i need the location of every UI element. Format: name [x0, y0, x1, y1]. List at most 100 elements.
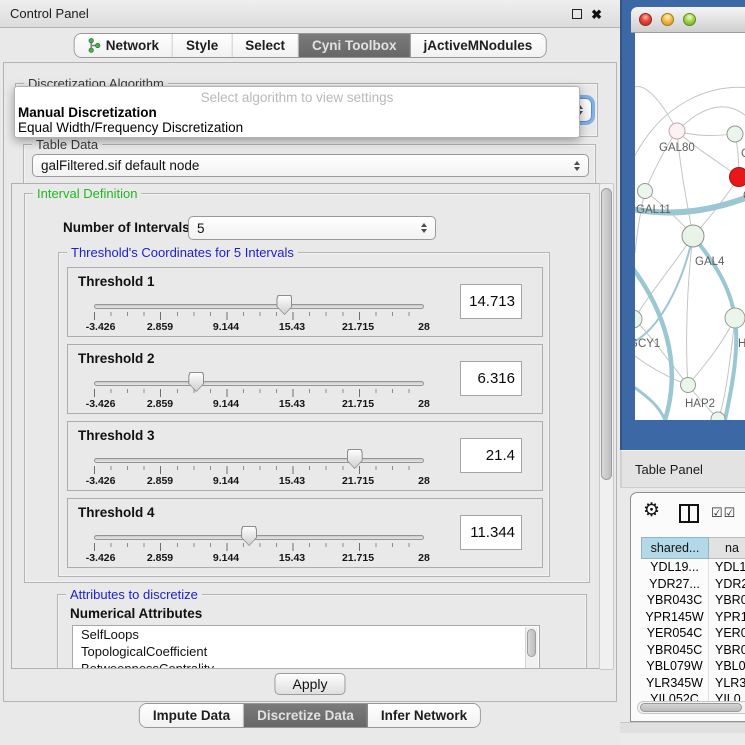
cell[interactable]: YBR043C — [641, 592, 709, 609]
tab-infer-network[interactable]: Infer Network — [368, 704, 480, 727]
node-label-h-partial: H — [738, 338, 745, 350]
node-label-g-partial: G — [741, 148, 745, 160]
popup-item-manual-discretization[interactable]: Manual Discretization — [18, 105, 157, 120]
table-horizontal-scrollbar[interactable] — [637, 701, 745, 714]
cell[interactable]: YBR0 — [709, 592, 745, 609]
threshold-2-slider[interactable]: -3.426 2.859 9.144 15.43 21.715 28 — [94, 369, 424, 413]
table-row[interactable]: YBR045CYBR0 — [641, 642, 745, 659]
thresholds-group: Threshold's Coordinates for 5 Intervals … — [58, 252, 550, 577]
close-icon[interactable]: ✖ — [591, 8, 602, 21]
threshold-4-value-field[interactable]: 11.344 — [460, 515, 522, 550]
slider-tick-labels: -3.426 2.859 9.144 15.43 21.715 28 — [94, 552, 424, 565]
control-panel: Control Panel ✖ Network Style Select Cyn — [0, 0, 620, 745]
minimize-traffic-light-icon[interactable] — [661, 13, 674, 26]
scrollbar-thumb[interactable] — [601, 188, 612, 480]
tab-discretize-data[interactable]: Discretize Data — [244, 704, 368, 727]
slider-track[interactable] — [94, 381, 424, 386]
number-of-intervals-value: 5 — [197, 221, 417, 236]
slider-track[interactable] — [94, 304, 424, 309]
slider-track[interactable] — [94, 458, 424, 463]
tick-label: 9.144 — [213, 552, 239, 564]
list-item[interactable]: TopologicalCoefficient — [73, 643, 539, 660]
table-panel-title: Table Panel — [635, 462, 703, 477]
cell[interactable]: YBR0 — [709, 642, 745, 659]
network-graph: GAL80 G C GAL11 GAL4 GCY1 H HAP2 — [635, 33, 745, 420]
table-row[interactable]: YPR145WYPR1 — [641, 609, 745, 626]
tab-impute-data[interactable]: Impute Data — [140, 704, 244, 727]
tab-jactivemnodules[interactable]: jActiveMNodules — [411, 34, 546, 57]
cell[interactable]: YPR1 — [709, 609, 745, 626]
cell[interactable]: YER054C — [641, 625, 709, 642]
node-gal80[interactable] — [669, 123, 685, 139]
cell[interactable]: YDR27... — [641, 576, 709, 593]
slider-track[interactable] — [94, 535, 424, 540]
node-label-gcy1: GCY1 — [635, 338, 660, 350]
table-data-combobox[interactable]: galFiltered.sif default node — [32, 154, 589, 177]
float-window-icon[interactable] — [572, 9, 582, 19]
numerical-attributes-list[interactable]: SelfLoops TopologicalCoefficient Between… — [72, 625, 540, 669]
node-gcy1[interactable] — [635, 310, 642, 328]
threshold-3-value-field[interactable]: 21.4 — [460, 438, 522, 473]
cell[interactable]: YDL19... — [641, 559, 709, 576]
threshold-3-slider[interactable]: -3.426 2.859 9.144 15.43 21.715 28 — [94, 446, 424, 490]
tab-style[interactable]: Style — [173, 34, 232, 57]
status-area — [620, 733, 745, 745]
threshold-3-panel: Threshold 3 -3.426 2.859 9.144 15.43 — [67, 421, 543, 491]
cell[interactable]: YBL0 — [709, 658, 745, 675]
tab-jactive-label: jActiveMNodules — [424, 38, 533, 53]
attributes-list-scrollbar[interactable] — [525, 627, 538, 669]
scrollbar-thumb[interactable] — [640, 703, 742, 712]
table-row[interactable]: YER054CYER0 — [641, 625, 745, 642]
node-gal4[interactable] — [682, 225, 704, 247]
number-of-intervals-label: Number of Intervals — [63, 220, 190, 235]
columns-icon[interactable] — [679, 504, 699, 523]
threshold-1-value-field[interactable]: 14.713 — [460, 284, 522, 319]
tick-label: 15.43 — [279, 552, 305, 564]
number-of-intervals-combobox[interactable]: 5 — [188, 216, 436, 240]
tick-label: -3.426 — [86, 321, 116, 333]
node-partial-top-right[interactable] — [727, 126, 743, 142]
table-panel-titlebar: Table Panel — [620, 450, 745, 488]
tab-select[interactable]: Select — [232, 34, 299, 57]
popup-item-equal-width[interactable]: Equal Width/Frequency Discretization — [18, 120, 243, 135]
column-header-shared-name[interactable]: shared... — [641, 537, 709, 559]
node-hap2[interactable] — [681, 378, 696, 393]
node-h[interactable] — [725, 308, 745, 328]
table-row[interactable]: YLR345WYLR3 — [641, 675, 745, 692]
table-row[interactable]: YDL19...YDL1 — [641, 559, 745, 576]
table-row[interactable]: YBL079WYBL0 — [641, 658, 745, 675]
select-checkboxes-icon[interactable]: ☑☑ — [711, 505, 736, 521]
zoom-traffic-light-icon[interactable] — [683, 13, 696, 26]
node-label-gal11: GAL11 — [636, 204, 671, 216]
cell[interactable]: YDR2 — [709, 576, 745, 593]
threshold-2-value-field[interactable]: 6.316 — [460, 361, 522, 396]
settings-vertical-scrollbar[interactable] — [599, 183, 614, 670]
node-selected-red[interactable] — [730, 168, 745, 187]
tab-cyni-toolbox[interactable]: Cyni Toolbox — [299, 34, 411, 57]
list-item[interactable]: SelfLoops — [73, 626, 539, 643]
list-item[interactable]: BetweennessCentrality — [73, 660, 539, 669]
close-traffic-light-icon[interactable] — [639, 13, 652, 26]
cell[interactable]: YER0 — [709, 625, 745, 642]
column-header-name[interactable]: na — [709, 537, 745, 559]
tick-label: 21.715 — [342, 475, 374, 487]
table-data-group: Table Data galFiltered.sif default node — [23, 144, 596, 185]
node-label-gal80: GAL80 — [659, 142, 695, 154]
cell[interactable]: YLR345W — [641, 675, 709, 692]
cell[interactable]: YBR045C — [641, 642, 709, 659]
threshold-4-slider[interactable]: -3.426 2.859 9.144 15.43 21.715 28 — [94, 523, 424, 567]
cell[interactable]: YBL079W — [641, 658, 709, 675]
threshold-1-slider[interactable]: -3.426 2.859 9.144 15.43 21.715 28 — [94, 292, 424, 336]
cell[interactable]: YLR3 — [709, 675, 745, 692]
apply-button[interactable]: Apply — [274, 673, 345, 695]
network-canvas[interactable]: GAL80 G C GAL11 GAL4 GCY1 H HAP2 — [635, 33, 745, 420]
network-window-titlebar[interactable] — [631, 7, 745, 33]
gear-icon[interactable]: ⚙ — [643, 501, 660, 520]
table-row[interactable]: YDR27...YDR2 — [641, 576, 745, 593]
threshold-label: Threshold 3 — [78, 428, 155, 443]
node-gal11[interactable] — [638, 184, 653, 199]
cell[interactable]: YDL1 — [709, 559, 745, 576]
cell[interactable]: YPR145W — [641, 609, 709, 626]
tab-network[interactable]: Network — [75, 34, 173, 57]
table-row[interactable]: YBR043CYBR0 — [641, 592, 745, 609]
